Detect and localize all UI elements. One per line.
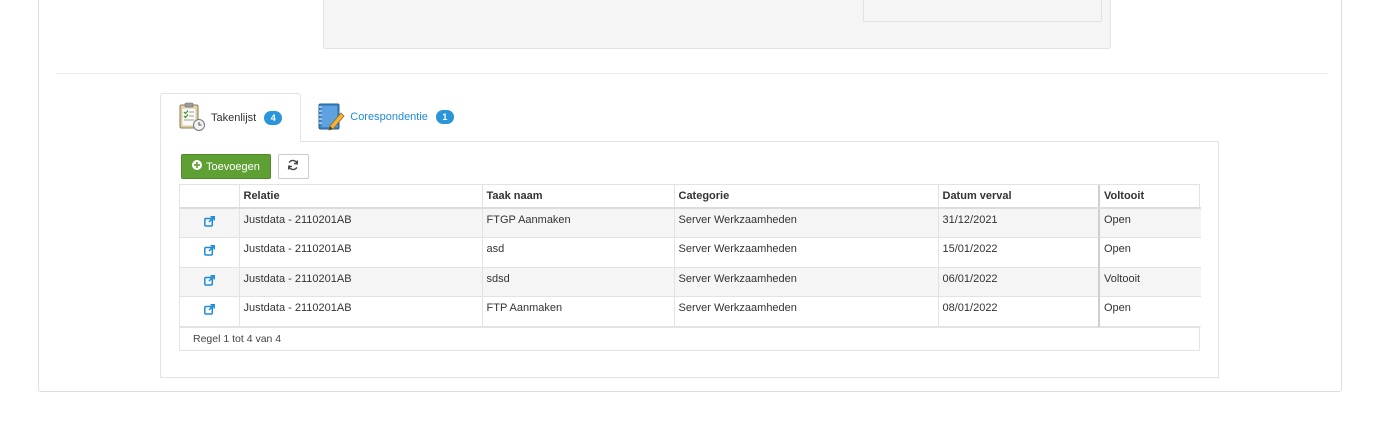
cell-datum-verval: 31/12/2021 bbox=[938, 208, 1100, 238]
cell-taak-naam: sdsd bbox=[482, 267, 675, 297]
plus-circle-icon bbox=[192, 160, 202, 173]
external-link-icon[interactable] bbox=[203, 245, 215, 259]
cell-taak-naam: FTP Aanmaken bbox=[482, 296, 675, 327]
table-row[interactable]: Justdata - 2110201AB FTP Aanmaken Server… bbox=[180, 296, 1201, 327]
row-link-cell[interactable] bbox=[180, 296, 240, 327]
cell-voltooit: Open bbox=[1099, 208, 1201, 238]
cell-datum-verval: 06/01/2022 bbox=[938, 267, 1100, 297]
cell-datum-verval: 15/01/2022 bbox=[938, 237, 1100, 268]
table-row[interactable]: Justdata - 2110201AB sdsd Server Werkzaa… bbox=[180, 267, 1201, 297]
column-header-datum-verval[interactable]: Datum verval bbox=[938, 185, 1100, 209]
table-info: Regel 1 tot 4 van 4 bbox=[180, 326, 1199, 350]
tab-corespondentie[interactable]: Corespondentie 1 bbox=[301, 93, 470, 141]
clipboard-icon bbox=[178, 101, 206, 134]
tab-corespondentie-count-badge: 1 bbox=[435, 110, 454, 124]
cell-taak-naam: FTGP Aanmaken bbox=[482, 208, 675, 238]
add-button[interactable]: Toevoegen bbox=[181, 154, 271, 179]
cell-taak-naam: asd bbox=[482, 237, 675, 268]
cell-relatie: Justdata - 2110201AB bbox=[239, 208, 483, 238]
table-row[interactable]: Justdata - 2110201AB asd Server Werkzaam… bbox=[180, 237, 1201, 268]
tab-takenlijst[interactable]: Takenlijst 4 bbox=[160, 93, 302, 142]
cell-relatie: Justdata - 2110201AB bbox=[239, 267, 483, 297]
cell-voltooit: Open bbox=[1099, 296, 1201, 327]
table-row[interactable]: Justdata - 2110201AB FTGP Aanmaken Serve… bbox=[180, 208, 1201, 238]
cell-relatie: Justdata - 2110201AB bbox=[239, 296, 483, 327]
table-header-row: Relatie Taak naam Categorie Datum verval… bbox=[180, 185, 1201, 209]
notebook-pencil-icon bbox=[317, 101, 345, 134]
external-link-icon[interactable] bbox=[203, 304, 215, 318]
tab-takenlijst-label: Takenlijst bbox=[211, 111, 257, 124]
refresh-button[interactable] bbox=[277, 154, 309, 179]
row-link-cell[interactable] bbox=[180, 237, 240, 268]
cell-relatie: Justdata - 2110201AB bbox=[239, 237, 483, 268]
cell-voltooit: Voltooit bbox=[1099, 267, 1201, 297]
tab-takenlijst-count-badge: 4 bbox=[264, 110, 283, 125]
column-header-voltooit[interactable]: Voltooit bbox=[1099, 185, 1201, 209]
cell-categorie: Server Werkzaamheden bbox=[674, 237, 939, 268]
top-panel-inner-box bbox=[863, 0, 1102, 22]
tasks-table: Relatie Taak naam Categorie Datum verval… bbox=[180, 185, 1201, 327]
column-header-taak-naam[interactable]: Taak naam bbox=[482, 185, 675, 209]
column-header-categorie[interactable]: Categorie bbox=[674, 185, 939, 209]
tasks-grid: Relatie Taak naam Categorie Datum verval… bbox=[179, 184, 1201, 351]
column-header-link bbox=[180, 185, 240, 209]
add-button-label: Toevoegen bbox=[206, 160, 260, 173]
external-link-icon[interactable] bbox=[203, 216, 215, 230]
tab-corespondentie-label: Corespondentie bbox=[350, 111, 428, 123]
row-link-cell[interactable] bbox=[180, 267, 240, 297]
cell-categorie: Server Werkzaamheden bbox=[674, 296, 939, 327]
row-link-cell[interactable] bbox=[180, 208, 240, 238]
external-link-icon[interactable] bbox=[203, 274, 215, 289]
refresh-icon bbox=[287, 159, 299, 174]
section-divider bbox=[56, 73, 1328, 74]
column-header-relatie[interactable]: Relatie bbox=[239, 185, 483, 209]
cell-categorie: Server Werkzaamheden bbox=[674, 208, 939, 238]
tab-bar: Takenlijst 4 Corespondentie 1 bbox=[160, 93, 470, 142]
toolbar: Toevoegen bbox=[181, 154, 309, 179]
cell-voltooit: Open bbox=[1099, 237, 1201, 268]
cell-datum-verval: 08/01/2022 bbox=[938, 296, 1100, 327]
cell-categorie: Server Werkzaamheden bbox=[674, 267, 939, 297]
takenlijst-pane: Toevoegen Relatie Taak naam Categorie Da… bbox=[160, 141, 1219, 378]
